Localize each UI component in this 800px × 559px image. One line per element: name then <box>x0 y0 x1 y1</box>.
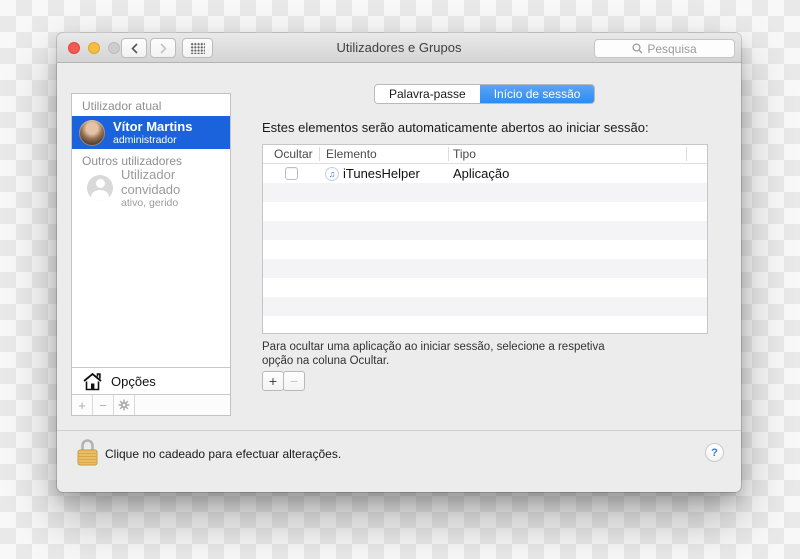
login-items-table: Ocultar Elemento Tipo ♫ iTunesHelper Apl… <box>262 144 708 334</box>
note-line-2: opção na coluna Ocultar. <box>262 355 390 367</box>
guest-user-name: Utilizador convidado <box>121 167 181 197</box>
transparent-checkerboard-background: Utilizadores e Grupos Pesquisa Palavra-p… <box>0 0 800 559</box>
sidebar-item-current-user[interactable]: Vítor Martins administrador <box>72 116 230 149</box>
search-input[interactable]: Pesquisa <box>594 39 735 58</box>
column-divider <box>319 147 320 161</box>
tab-palavra-passe[interactable]: Palavra-passe <box>375 85 480 103</box>
tab-inicio-de-sessao[interactable]: Início de sessão <box>479 85 595 103</box>
users-groups-window: Utilizadores e Grupos Pesquisa Palavra-p… <box>57 33 741 492</box>
login-options-button[interactable]: Opções <box>72 367 230 394</box>
empty-row <box>263 259 707 278</box>
login-items-heading: Estes elementos serão automaticamente ab… <box>262 120 649 135</box>
table-header: Ocultar Elemento Tipo <box>263 145 707 164</box>
remove-user-button[interactable]: − <box>93 395 114 415</box>
table-row[interactable]: ♫ iTunesHelper Aplicação <box>263 164 707 183</box>
lock-icon[interactable] <box>76 437 99 472</box>
current-user-name: Vítor Martins <box>113 119 193 134</box>
login-items-controls: + − <box>262 371 305 391</box>
empty-row <box>263 316 707 335</box>
footer-divider <box>57 430 741 431</box>
type-cell: Aplicação <box>453 166 510 181</box>
current-user-role: administrador <box>113 134 177 146</box>
search-placeholder: Pesquisa <box>647 41 697 56</box>
sidebar-toolbar: + − <box>72 394 230 415</box>
sidebar-item-guest-user[interactable]: Utilizador convidado ativo, gerido <box>72 167 230 209</box>
add-login-item-button[interactable]: + <box>262 371 284 391</box>
options-label: Opções <box>111 373 156 389</box>
note-line-1: Para ocultar uma aplicação ao iniciar se… <box>262 341 605 353</box>
column-header-elemento[interactable]: Elemento <box>326 145 377 164</box>
current-user-header: Utilizador atual <box>72 94 230 116</box>
empty-row <box>263 221 707 240</box>
tab-bar: Palavra-passe Início de sessão <box>374 84 596 104</box>
empty-row <box>263 297 707 316</box>
house-icon <box>83 372 102 390</box>
user-avatar <box>79 119 105 146</box>
column-divider <box>686 147 687 161</box>
hide-checkbox[interactable] <box>285 167 298 180</box>
empty-row <box>263 202 707 221</box>
help-button[interactable]: ? <box>705 443 724 462</box>
add-user-button[interactable]: + <box>72 395 93 415</box>
search-icon <box>632 43 643 54</box>
hide-instructions-note: Para ocultar uma aplicação ao iniciar se… <box>262 340 605 368</box>
lock-instructions: Clique no cadeado para efectuar alteraçõ… <box>105 447 342 461</box>
gear-icon <box>118 399 130 411</box>
empty-row <box>263 183 707 202</box>
empty-row <box>263 240 707 259</box>
guest-avatar-icon <box>87 175 113 201</box>
element-cell: iTunesHelper <box>343 166 420 181</box>
column-header-ocultar[interactable]: Ocultar <box>274 145 313 164</box>
user-list-sidebar: Utilizador atual Vítor Martins administr… <box>71 93 231 416</box>
remove-login-item-button[interactable]: − <box>283 371 305 391</box>
column-divider <box>448 147 449 161</box>
itunes-app-icon: ♫ <box>325 166 339 181</box>
column-header-tipo[interactable]: Tipo <box>453 145 476 164</box>
user-actions-button[interactable] <box>114 395 135 415</box>
titlebar: Utilizadores e Grupos Pesquisa <box>57 33 741 63</box>
empty-row <box>263 278 707 297</box>
